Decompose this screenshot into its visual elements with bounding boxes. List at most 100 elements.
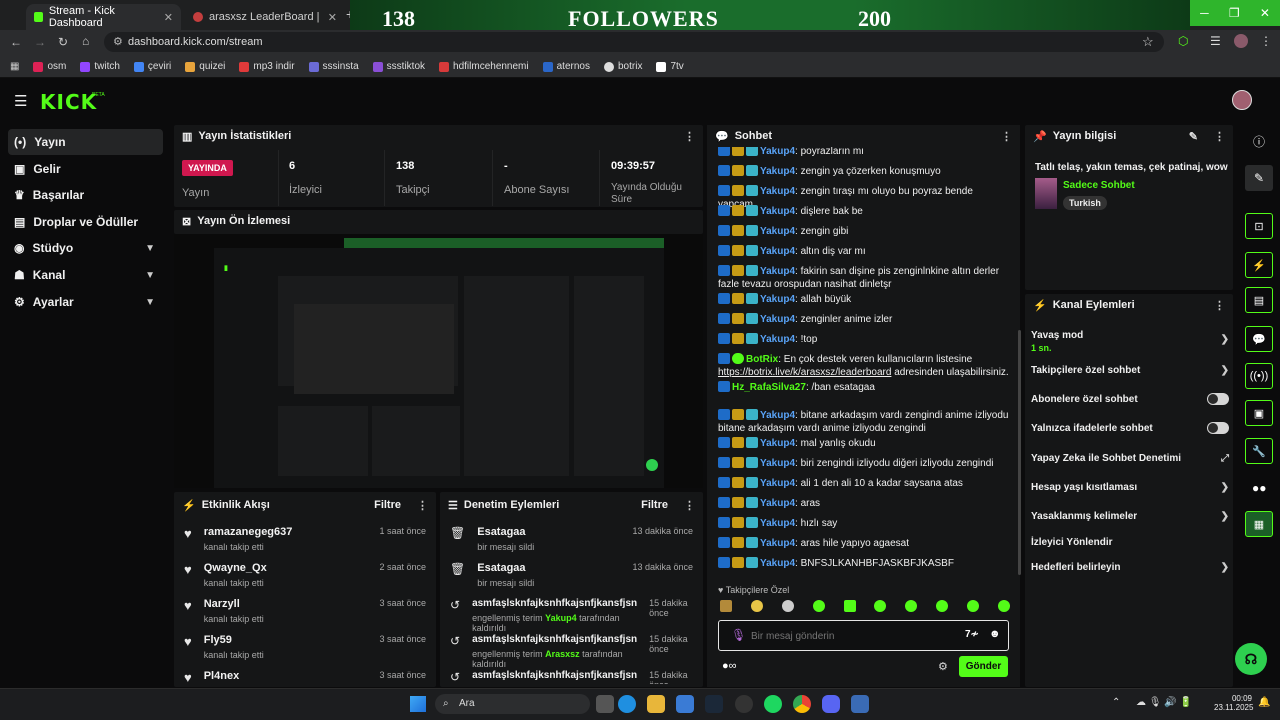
- sidebar-item-gelir[interactable]: ▣ Gelir: [8, 156, 163, 182]
- action-row-banned-words[interactable]: Yasaklanmış kelimeler ❯: [1031, 509, 1229, 523]
- action-row-subscribers-only[interactable]: Abonelere özel sohbet: [1031, 392, 1229, 406]
- sidebar-item-ayarlar[interactable]: ⚙ Ayarlar ▼: [8, 289, 163, 315]
- activity-user[interactable]: Pl4nex: [204, 670, 239, 682]
- chat-rail-icon[interactable]: 💬: [1245, 326, 1273, 352]
- chat-username[interactable]: BotRix: [746, 354, 778, 365]
- clip-icon[interactable]: ⊡: [1245, 213, 1273, 239]
- sidebar-item-droplar[interactable]: ▤ Droplar ve Ödüller: [8, 209, 163, 235]
- filter-button[interactable]: Filtre: [641, 499, 668, 511]
- chat-username[interactable]: Yakup4: [760, 226, 795, 237]
- bookmark-sssinsta[interactable]: sssinsta: [308, 61, 359, 72]
- bookmark-mp3[interactable]: mp3 indir: [239, 61, 295, 72]
- steam-icon[interactable]: [705, 695, 723, 713]
- chat-username[interactable]: Yakup4: [760, 458, 795, 469]
- sidebar-item-yayin[interactable]: (•) Yayın: [8, 129, 163, 155]
- chat-username[interactable]: Yakup4: [760, 314, 795, 325]
- category-thumbnail[interactable]: [1035, 178, 1057, 209]
- mod-user[interactable]: Esatagaa: [477, 526, 534, 538]
- chat-username[interactable]: Yakup4: [760, 206, 795, 217]
- more-options-icon[interactable]: ⋮: [417, 499, 428, 512]
- emote-icon[interactable]: [905, 600, 918, 612]
- chat-username[interactable]: Yakup4: [760, 558, 795, 569]
- profile-avatar[interactable]: [1234, 34, 1248, 48]
- emote-icon[interactable]: [812, 600, 825, 612]
- edit-rail-icon[interactable]: ✎: [1245, 165, 1273, 191]
- more-options-icon[interactable]: ⋮: [684, 499, 695, 512]
- wrench-icon[interactable]: 🔧: [1245, 438, 1273, 464]
- hamburger-menu-icon[interactable]: ☰: [14, 92, 27, 110]
- extension-icon[interactable]: ⬡: [1178, 34, 1188, 48]
- tray-chevron-icon[interactable]: ⌃: [1112, 697, 1120, 708]
- sidebar-item-studyo[interactable]: ◉ Stüdyo ▼: [8, 235, 163, 261]
- broadcast-rail-icon[interactable]: ((•)): [1245, 363, 1273, 389]
- action-row-followers-only[interactable]: Takipçilere özel sohbet ❯: [1031, 363, 1229, 377]
- emote-icon[interactable]: [967, 600, 979, 612]
- subscribers-only-toggle[interactable]: [1207, 393, 1229, 405]
- more-options-icon[interactable]: ⋮: [1001, 130, 1012, 143]
- action-row-ai-moderation[interactable]: Yapay Zeka ile Sohbet Denetimi ⤢: [1031, 451, 1229, 465]
- browser-tab-dashboard[interactable]: Stream - Kick Dashboard ✕: [26, 4, 181, 30]
- emote-icon[interactable]: [997, 600, 1010, 612]
- chat-username[interactable]: Yakup4: [760, 438, 795, 449]
- browser-tab-leaderboard[interactable]: arasxsz LeaderBoard | The best ✕: [185, 4, 345, 30]
- site-info-icon[interactable]: ⚙: [113, 32, 123, 52]
- filter-button[interactable]: Filtre: [374, 499, 401, 511]
- chat-username[interactable]: Hz_RafaSilva27: [732, 382, 806, 393]
- emote-icon[interactable]: [936, 600, 949, 612]
- close-tab-icon[interactable]: ✕: [328, 11, 337, 24]
- windows-start-icon[interactable]: [410, 696, 426, 712]
- chat-username[interactable]: Yakup4: [760, 147, 795, 157]
- chat-username[interactable]: Yakup4: [760, 266, 795, 277]
- close-tab-icon[interactable]: ✕: [164, 11, 173, 24]
- activity-user[interactable]: Narzyll: [204, 598, 264, 610]
- category-link[interactable]: Sadece Sohbet: [1063, 180, 1135, 191]
- chrome-icon[interactable]: [793, 695, 811, 713]
- chat-input[interactable]: [751, 627, 951, 645]
- minimize-icon[interactable]: ─: [1200, 6, 1209, 20]
- edge-icon[interactable]: [618, 695, 636, 713]
- home-icon[interactable]: ⌂: [82, 34, 89, 48]
- chat-username[interactable]: Yakup4: [760, 166, 795, 177]
- slow-mode-row[interactable]: Yavaş mod 1 sn. ❯: [1031, 330, 1229, 354]
- bookmark-7tv[interactable]: 7tv: [656, 61, 684, 72]
- emote-only-toggle[interactable]: [1207, 422, 1229, 434]
- mod-user[interactable]: Esatagaa: [477, 562, 534, 574]
- back-icon[interactable]: ←: [10, 35, 22, 49]
- chat-username[interactable]: Yakup4: [760, 410, 795, 421]
- forward-icon[interactable]: →: [34, 35, 46, 49]
- chat-username[interactable]: Yakup4: [760, 478, 795, 489]
- apps-grid-icon[interactable]: ▦: [10, 61, 19, 72]
- emote-icon[interactable]: [720, 600, 732, 612]
- more-options-icon[interactable]: ⋮: [684, 130, 695, 143]
- bookmark-aternos[interactable]: aternos: [542, 61, 590, 72]
- emote-icon[interactable]: [781, 600, 794, 612]
- chat-input-box[interactable]: 🎙 7≁ ☻: [718, 620, 1009, 651]
- store-icon[interactable]: [676, 695, 694, 713]
- chat-username[interactable]: Yakup4: [760, 246, 795, 257]
- action-row-emote-only[interactable]: Yalnızca ifadelerle sohbet: [1031, 421, 1229, 435]
- users-rail-icon[interactable]: ●●: [1252, 481, 1267, 495]
- panel-rail-icon[interactable]: ▣: [1245, 400, 1273, 426]
- bookmark-osm[interactable]: osm: [33, 61, 66, 72]
- close-window-icon[interactable]: ✕: [1260, 6, 1270, 20]
- 7tv-emote-icon[interactable]: 7≁: [965, 629, 979, 640]
- spotify-icon[interactable]: [764, 695, 782, 713]
- action-row-redirect[interactable]: İzleyici Yönlendir: [1031, 535, 1229, 549]
- menu-icon[interactable]: ⋮: [1260, 34, 1272, 48]
- bookmark-hdfilm[interactable]: hdfilmcehennemi: [439, 61, 529, 72]
- action-row-account-age[interactable]: Hesap yaşı kısıtlaması ❯: [1031, 480, 1229, 494]
- bookmark-botrix[interactable]: botrix: [603, 61, 642, 72]
- clock[interactable]: 00:09 23.11.2025: [1214, 694, 1253, 712]
- more-options-icon[interactable]: ⋮: [1214, 299, 1225, 312]
- chat-username[interactable]: Yakup4: [760, 518, 795, 529]
- chat-link[interactable]: https://botrix.live/k/arasxsz/leaderboar…: [718, 367, 891, 378]
- activity-user[interactable]: Fly59: [204, 634, 264, 646]
- emote-icon[interactable]: [874, 600, 887, 612]
- action-row-goals[interactable]: Hedefleri belirleyin ❯: [1031, 560, 1229, 574]
- chat-username[interactable]: Yakup4: [760, 334, 795, 345]
- chat-username[interactable]: Yakup4: [760, 498, 795, 509]
- kick-logo[interactable]: KICK: [40, 90, 97, 114]
- chat-settings-icon[interactable]: ⚙: [938, 660, 948, 673]
- flash-icon[interactable]: ⚡: [1245, 252, 1273, 278]
- activity-user[interactable]: ramazanegeg637: [204, 526, 293, 538]
